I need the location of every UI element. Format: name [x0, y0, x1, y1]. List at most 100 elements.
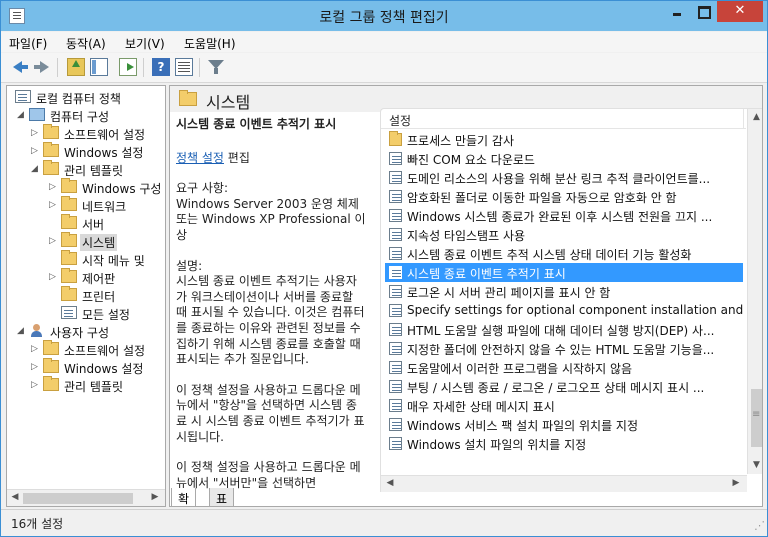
expand-arrow-icon[interactable]: ▷	[31, 145, 41, 157]
forward-arrow-icon[interactable]	[33, 58, 51, 76]
expand-arrow-icon[interactable]: ▷	[49, 235, 59, 247]
tree-item[interactable]: 시작 메뉴 및	[7, 250, 165, 268]
scroll-thumb[interactable]	[23, 493, 133, 504]
list-item[interactable]: 프로세스 만들기 감사	[385, 130, 743, 149]
tree-item[interactable]: 프린터	[7, 286, 165, 304]
tree-item[interactable]: 서버	[7, 214, 165, 232]
tree-horizontal-scrollbar[interactable]: ◀ ▶	[7, 489, 165, 506]
setting-icon	[389, 152, 402, 165]
status-text: 16개 설정	[11, 517, 64, 531]
expand-arrow-icon[interactable]: ▷	[49, 181, 59, 193]
list-item[interactable]: 빠진 COM 요소 다운로드	[385, 149, 743, 168]
list-item[interactable]: HTML 도움말 실행 파일에 대해 데이터 실행 방지(DEP) 사...	[385, 320, 743, 339]
list-item[interactable]: Windows 서비스 팩 설치 파일의 위치를 지정	[385, 415, 743, 434]
scroll-right-icon[interactable]: ▶	[149, 492, 161, 502]
list-item[interactable]: 도메인 리소스의 사용을 위해 분산 링크 추적 클라이언트를...	[385, 168, 743, 187]
window-title: 로컬 그룹 정책 편집기	[319, 10, 449, 26]
toolbar: ?	[1, 53, 767, 83]
tree-item[interactable]: ▷ 관리 템플릿	[7, 376, 165, 394]
scroll-down-icon[interactable]: ▼	[748, 457, 762, 474]
list-item[interactable]: 암호화된 폴더로 이동한 파일을 자동으로 암호화 안 함	[385, 187, 743, 206]
tree-item-label: 제어판	[82, 272, 116, 286]
up-folder-icon[interactable]	[67, 58, 85, 76]
list-item[interactable]: 도움말에서 이러한 프로그램을 시작하지 않음	[385, 358, 743, 377]
scroll-right-icon[interactable]: ▶	[729, 478, 743, 488]
resize-grip-icon[interactable]	[754, 519, 765, 533]
tree-item[interactable]: ◢ 관리 템플릿	[7, 160, 165, 178]
setting-icon	[389, 380, 402, 393]
list-item[interactable]: Windows 설치 파일의 위치를 지정	[385, 434, 743, 453]
tree-item[interactable]: ▷ 제어판	[7, 268, 165, 286]
tree-item[interactable]: ◢ 컴퓨터 구성	[7, 106, 165, 124]
list-horizontal-scrollbar[interactable]: ◀ ▶	[381, 475, 747, 492]
scroll-left-icon[interactable]: ◀	[383, 478, 397, 488]
tree-item[interactable]: ◢ 사용자 구성	[7, 322, 165, 340]
folder-icon	[43, 340, 59, 355]
setting-icon	[389, 304, 402, 317]
list-vertical-scrollbar[interactable]: ▲ ▼	[747, 109, 762, 474]
list-item[interactable]: 지정한 폴더에 안전하지 않을 수 있는 HTML 도움말 기능을...	[385, 339, 743, 358]
list-item[interactable]: 시스템 종료 이벤트 추적 시스템 상태 데이터 기능 활성화	[385, 244, 743, 263]
expand-arrow-icon[interactable]: ▷	[31, 127, 41, 139]
collapse-arrow-icon[interactable]: ◢	[31, 163, 41, 175]
title-bar[interactable]: 로컬 그룹 정책 편집기	[1, 1, 767, 31]
expand-arrow-icon[interactable]: ▷	[31, 343, 41, 355]
tree-item[interactable]: ▷ 소프트웨어 설정	[7, 124, 165, 142]
list-item[interactable]: 부팅 / 시스템 종료 / 로그온 / 로그오프 상태 메시지 표시 ...	[385, 377, 743, 396]
setting-icon	[389, 228, 402, 241]
setting-icon	[389, 247, 402, 260]
tree-item[interactable]: ▷ Windows 설정	[7, 358, 165, 376]
folder-icon	[43, 358, 59, 373]
menu-view[interactable]: 보기(V)	[125, 35, 165, 52]
description-body: 시스템 종료 이벤트 추적기는 사용자가 워크스테이션이나 서버를 종료할 때 …	[176, 274, 365, 367]
expand-arrow-icon[interactable]: ▷	[31, 379, 41, 391]
list-item[interactable]: 매우 자세한 상태 메시지 표시	[385, 396, 743, 415]
tree-item-label: 시스템	[80, 234, 118, 251]
expand-arrow-icon[interactable]: ▷	[49, 199, 59, 211]
tree-item[interactable]: 모든 설정	[7, 304, 165, 322]
tree-item[interactable]: ▷ Windows 설정	[7, 142, 165, 160]
toolbar-separator	[57, 58, 58, 77]
list-item[interactable]: 지속성 타임스탬프 사용	[385, 225, 743, 244]
scroll-left-icon[interactable]: ◀	[9, 492, 21, 502]
list-item[interactable]: 시스템 종료 이벤트 추적기 표시	[385, 263, 743, 282]
list-item[interactable]: Specify settings for optional component …	[385, 301, 743, 320]
tree-item[interactable]: ▷ 소프트웨어 설정	[7, 340, 165, 358]
tree-item[interactable]: 로컬 컴퓨터 정책	[7, 88, 165, 106]
policy-icon	[61, 306, 77, 319]
tree-item[interactable]: ▷ 시스템	[7, 232, 165, 251]
properties-icon[interactable]	[175, 58, 193, 76]
tab-standard[interactable]: 표준	[209, 488, 235, 523]
list-item[interactable]: Windows 시스템 종료가 완료된 이후 시스템 전원을 끄지 ...	[385, 206, 743, 225]
tree-item-label: 서버	[82, 218, 105, 232]
menu-file[interactable]: 파일(F)	[9, 35, 47, 52]
tab-extended[interactable]: 확장	[171, 488, 197, 523]
minimize-button[interactable]	[663, 1, 690, 22]
scroll-thumb[interactable]	[751, 389, 762, 447]
expand-arrow-icon[interactable]: ▷	[31, 361, 41, 373]
list-item[interactable]: 로그온 시 서버 관리 페이지를 표시 안 함	[385, 282, 743, 301]
list-item-label: 지정한 폴더에 안전하지 않을 수 있는 HTML 도움말 기능을...	[407, 343, 715, 357]
edit-policy-link[interactable]: 정책 설정	[176, 151, 224, 165]
show-hide-tree-icon[interactable]	[90, 58, 108, 76]
export-list-icon[interactable]	[119, 58, 137, 76]
collapse-arrow-icon[interactable]: ◢	[17, 109, 27, 121]
column-divider[interactable]	[743, 109, 744, 129]
menu-help[interactable]: 도움말(H)	[184, 35, 236, 52]
tree-item[interactable]: ▷ 네트워크	[7, 196, 165, 214]
collapse-arrow-icon[interactable]: ◢	[17, 325, 27, 337]
scroll-up-icon[interactable]: ▲	[748, 109, 762, 126]
close-button[interactable]	[717, 1, 763, 22]
help-icon[interactable]: ?	[152, 58, 170, 76]
description-block: 설명: 시스템 종료 이벤트 추적기는 사용자가 워크스테이션이나 서버를 종료할…	[176, 259, 366, 368]
tree-item[interactable]: ▷ Windows 구성	[7, 178, 165, 196]
maximize-button[interactable]	[690, 1, 717, 22]
menu-action[interactable]: 동작(A)	[66, 35, 106, 52]
back-arrow-icon[interactable]	[11, 58, 29, 76]
list-item-label: 지속성 타임스탬프 사용	[407, 229, 526, 243]
list-item-label: 매우 자세한 상태 메시지 표시	[407, 400, 555, 414]
expand-arrow-icon[interactable]: ▷	[49, 271, 59, 283]
column-header-setting[interactable]: 설정	[389, 112, 411, 129]
filter-icon[interactable]	[207, 58, 225, 76]
status-bar: 16개 설정	[1, 509, 767, 536]
